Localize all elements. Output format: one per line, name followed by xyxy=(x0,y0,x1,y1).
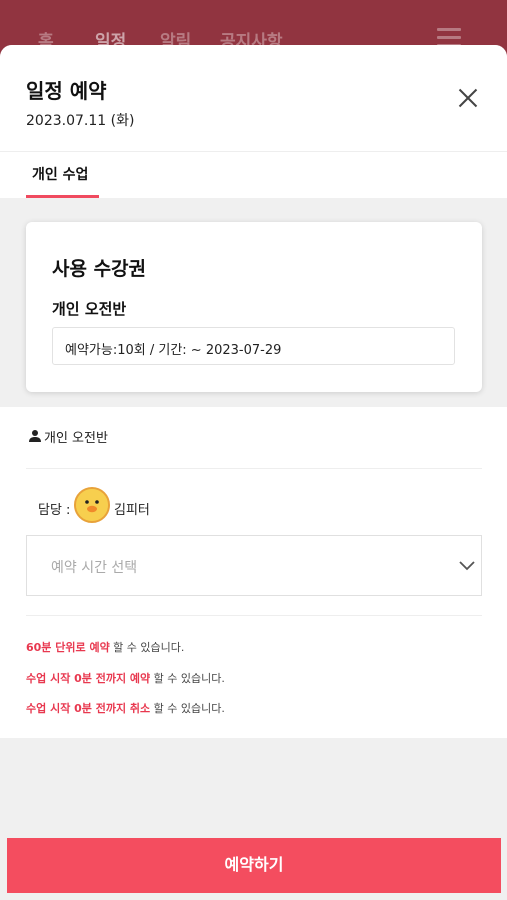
tab-label: 개인 수업 xyxy=(32,167,89,183)
reserve-button-label: 예약하기 xyxy=(224,857,284,874)
notice-text: 할 수 있습니다. xyxy=(150,672,225,685)
reserve-button[interactable]: 예약하기 xyxy=(7,838,501,893)
pass-card-title: 사용 수강권 xyxy=(52,258,147,280)
pass-class-name: 개인 오전반 xyxy=(52,300,127,318)
notice-line-cancel: 수업 시작 0분 전까지 취소 할 수 있습니다. xyxy=(26,700,225,716)
time-select[interactable]: 예약 시간 선택 xyxy=(26,535,482,596)
teacher-name: 김피터 xyxy=(114,503,150,518)
close-icon[interactable] xyxy=(455,86,481,112)
teacher-label: 담당 : xyxy=(38,503,71,518)
notice-highlight: 60분 단위로 예약 xyxy=(26,641,110,654)
reservation-detail: 개인 오전반 담당 : 김피터 예약 시간 선택 60분 단위로 예약 할 수 … xyxy=(0,407,507,738)
pass-availability-text: 예약가능:10회 / 기간: ~ 2023-07-29 xyxy=(65,343,282,358)
time-select-placeholder: 예약 시간 선택 xyxy=(51,560,138,576)
pass-availability-box[interactable]: 예약가능:10회 / 기간: ~ 2023-07-29 xyxy=(52,327,455,365)
tab-private-class[interactable]: 개인 수업 xyxy=(26,152,99,198)
chevron-down-icon xyxy=(459,561,475,571)
divider xyxy=(26,468,482,469)
notice-line-reserve: 수업 시작 0분 전까지 예약 할 수 있습니다. xyxy=(26,670,225,686)
avatar xyxy=(74,487,110,523)
notice-highlight: 수업 시작 0분 전까지 취소 xyxy=(26,702,151,715)
tab-active-indicator xyxy=(26,195,99,198)
divider xyxy=(26,615,482,616)
pass-card: 사용 수강권 개인 오전반 예약가능:10회 / 기간: ~ 2023-07-2… xyxy=(26,222,482,392)
person-icon xyxy=(29,430,41,442)
tab-bar: 개인 수업 xyxy=(0,151,507,198)
chick-avatar-icon xyxy=(76,489,108,521)
notice-text: 할 수 있습니다. xyxy=(109,641,185,654)
modal-date: 2023.07.11 (화) xyxy=(26,113,135,129)
notice-text: 할 수 있습니다. xyxy=(150,702,225,715)
class-name: 개인 오전반 xyxy=(44,431,108,446)
notice-line-unit: 60분 단위로 예약 할 수 있습니다. xyxy=(26,639,184,655)
reservation-modal: 일정 예약 2023.07.11 (화) 개인 수업 사용 수강권 개인 오전반… xyxy=(0,45,507,900)
modal-header: 일정 예약 2023.07.11 (화) xyxy=(0,45,507,151)
modal-title: 일정 예약 xyxy=(26,79,107,103)
notice-highlight: 수업 시작 0분 전까지 예약 xyxy=(26,672,151,685)
